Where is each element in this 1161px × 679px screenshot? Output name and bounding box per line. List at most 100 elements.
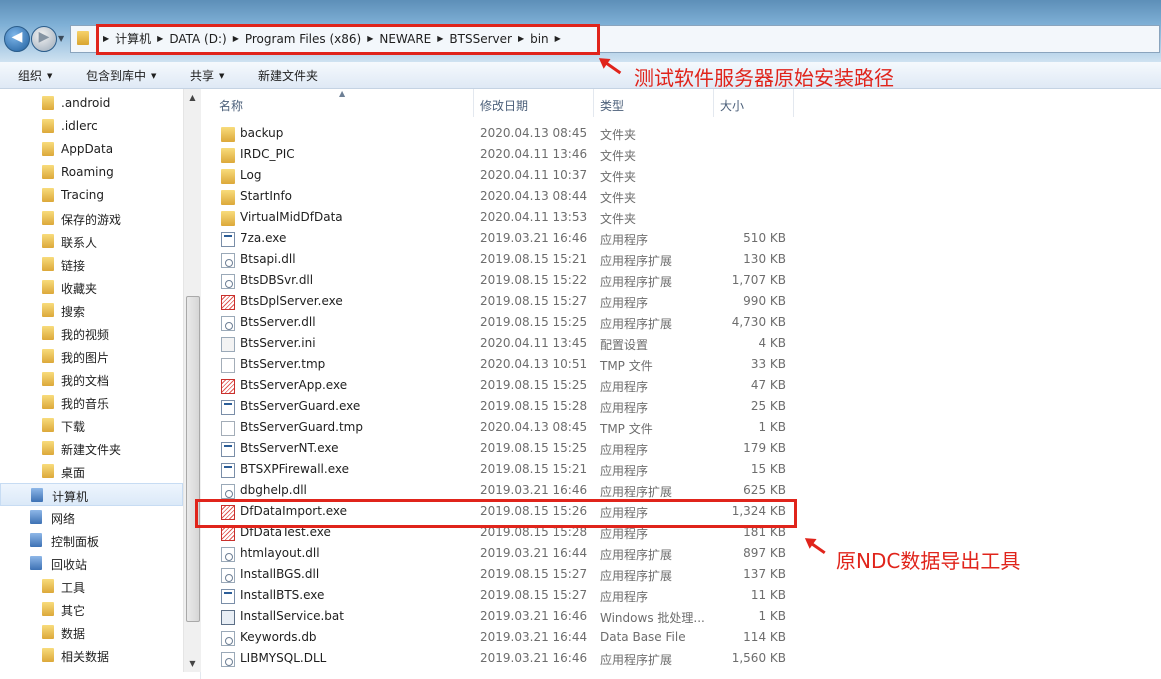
sidebar-item[interactable]: 收藏夹 [0,276,183,299]
ini-file-icon [221,337,235,352]
sidebar-item-label: 计算机 [52,490,89,504]
scrollbar-thumb[interactable] [186,296,200,622]
file-type: 文件夹 [600,191,637,205]
file-row[interactable]: backup 2020.04.13 08:45 文件夹 [201,124,801,145]
column-name-header[interactable]: 名称 [219,97,243,114]
sidebar-item[interactable]: 我的视频 [0,322,183,345]
file-row[interactable]: BtsServer.tmp 2020.04.13 10:51 TMP 文件 33 KB [201,355,801,376]
sidebar-item[interactable]: Tracing [0,184,183,207]
file-row[interactable]: BtsServerGuard.exe 2019.08.15 15:28 应用程序 25… [201,397,801,418]
sidebar-item[interactable]: 链接 [0,253,183,276]
sidebar-item-label: 我的图片 [61,351,110,365]
recent-pages-dropdown-icon[interactable]: ▼ [58,34,64,43]
control-panel-icon [30,533,42,547]
sidebar-item[interactable]: 联系人 [0,230,183,253]
folder-icon [42,303,54,317]
sidebar-item[interactable]: 桌面 [0,460,183,483]
sidebar-item[interactable]: 下载 [0,414,183,437]
file-date: 2019.08.15 15:25 [480,378,588,392]
column-divider[interactable] [593,89,594,117]
sidebar-item[interactable]: 数据 [0,621,183,644]
sidebar-item[interactable]: 控制面板 [0,529,183,552]
file-row[interactable]: Keywords.db 2019.03.21 16:44 Data Base Fil… [201,628,801,649]
sidebar-item[interactable]: Roaming [0,161,183,184]
file-row[interactable]: Log 2020.04.11 10:37 文件夹 [201,166,801,187]
file-row[interactable]: LIBMYSQL.DLL 2019.03.21 16:46 应用程序扩展 1,560 … [201,649,801,670]
column-date-header[interactable]: 修改日期 [480,97,528,114]
dll-file-icon [221,316,235,331]
sidebar-item[interactable]: .idlerc [0,115,183,138]
exe-file-icon [221,463,235,478]
sidebar-item-label: Tracing [61,188,105,202]
file-row[interactable]: BtsServerNT.exe 2019.08.15 15:25 应用程序 179 K… [201,439,801,460]
file-name: BTSXPFirewall.exe [240,462,349,476]
sidebar-item[interactable]: .android [0,92,183,115]
file-row[interactable]: Btsapi.dll 2019.08.15 15:21 应用程序扩展 130 KB [201,250,801,271]
sidebar-item-label: 保存的游戏 [61,213,122,227]
sidebar-item[interactable]: 工具 [0,575,183,598]
column-type-header[interactable]: 类型 [600,97,624,114]
file-name: InstallBGS.dll [240,567,320,581]
sidebar-item[interactable]: AppData [0,138,183,161]
forward-button[interactable]: ▶ [31,26,57,52]
back-button[interactable]: ◀ [4,26,30,52]
new-folder-button[interactable]: 新建文件夹 [258,67,318,84]
file-type: 应用程序 [600,233,649,247]
dll-file-icon [221,547,235,562]
file-size: 897 KB [743,546,786,560]
file-row[interactable]: BtsServerApp.exe 2019.08.15 15:25 应用程序 47 K… [201,376,801,397]
sidebar-item[interactable]: 新建文件夹 [0,437,183,460]
redexe-file-icon [221,295,235,310]
sidebar-item[interactable]: 计算机 [0,483,183,506]
sidebar-item[interactable]: 回收站 [0,552,183,575]
file-type: 应用程序 [600,590,649,604]
sidebar-item[interactable]: 网络 [0,506,183,529]
column-header-row: ▲ 名称 修改日期 类型 大小 [201,89,1161,117]
file-row[interactable]: InstallService.bat 2019.03.21 16:46 Window… [201,607,801,628]
file-row[interactable]: InstallBGS.dll 2019.08.15 15:27 应用程序扩展 137 … [201,565,801,586]
file-row[interactable]: BTSXPFirewall.exe 2019.08.15 15:21 应用程序 15 … [201,460,801,481]
file-size: 625 KB [743,483,786,497]
file-type: 应用程序扩展 [600,317,673,331]
sidebar-item[interactable]: 我的图片 [0,345,183,368]
file-name: BtsDBSvr.dll [240,273,314,287]
sidebar-item[interactable]: 我的文档 [0,368,183,391]
file-type: Windows 批处理... [600,611,705,625]
sidebar-item[interactable]: 搜索 [0,299,183,322]
share-label: 共享 [190,69,215,83]
file-size: 130 KB [743,252,786,266]
sidebar-item[interactable]: 我的音乐 [0,391,183,414]
sidebar-item[interactable]: 保存的游戏 [0,207,183,230]
column-size-header[interactable]: 大小 [720,97,744,114]
organize-menu[interactable]: 组织 ▼ [18,67,52,84]
sidebar-item[interactable]: 其它 [0,598,183,621]
folder-icon [221,148,235,163]
file-row[interactable]: BtsServer.ini 2020.04.11 13:45 配置设置 4 KB [201,334,801,355]
file-date: 2019.08.15 15:25 [480,315,588,329]
file-row[interactable]: BtsServerGuard.tmp 2020.04.13 08:45 TMP 文件… [201,418,801,439]
sidebar-item-label: Roaming [61,165,114,179]
file-row[interactable]: IRDC_PIC 2020.04.11 13:46 文件夹 [201,145,801,166]
file-row[interactable]: BtsServer.dll 2019.08.15 15:25 应用程序扩展 4,730… [201,313,801,334]
sidebar-item[interactable]: 相关数据 [0,644,183,667]
file-size: 510 KB [743,231,786,245]
folder-icon [221,169,235,184]
include-library-menu[interactable]: 包含到库中 ▼ [86,67,156,84]
file-row[interactable]: BtsDplServer.exe 2019.08.15 15:27 应用程序 990 … [201,292,801,313]
file-row[interactable]: VirtualMidDfData 2020.04.11 13:53 文件夹 [201,208,801,229]
scroll-down-icon[interactable]: ▼ [184,655,201,672]
column-divider[interactable] [713,89,714,117]
file-row[interactable]: InstallBTS.exe 2019.08.15 15:27 应用程序 11 KB [201,586,801,607]
column-divider[interactable] [473,89,474,117]
share-menu[interactable]: 共享 ▼ [190,67,224,84]
file-row[interactable]: StartInfo 2020.04.13 08:44 文件夹 [201,187,801,208]
file-row[interactable]: htmlayout.dll 2019.03.21 16:44 应用程序扩展 897 K… [201,544,801,565]
tool-highlight-box [195,499,797,528]
chevron-down-icon: ▼ [219,72,225,80]
navigation-pane-scrollbar[interactable]: ▲ ▼ [183,89,201,672]
file-row[interactable]: 7za.exe 2019.03.21 16:46 应用程序 510 KB [201,229,801,250]
network-icon [30,510,42,524]
column-divider[interactable] [793,89,794,117]
file-row[interactable]: BtsDBSvr.dll 2019.08.15 15:22 应用程序扩展 1,707 … [201,271,801,292]
scroll-up-icon[interactable]: ▲ [184,89,201,106]
